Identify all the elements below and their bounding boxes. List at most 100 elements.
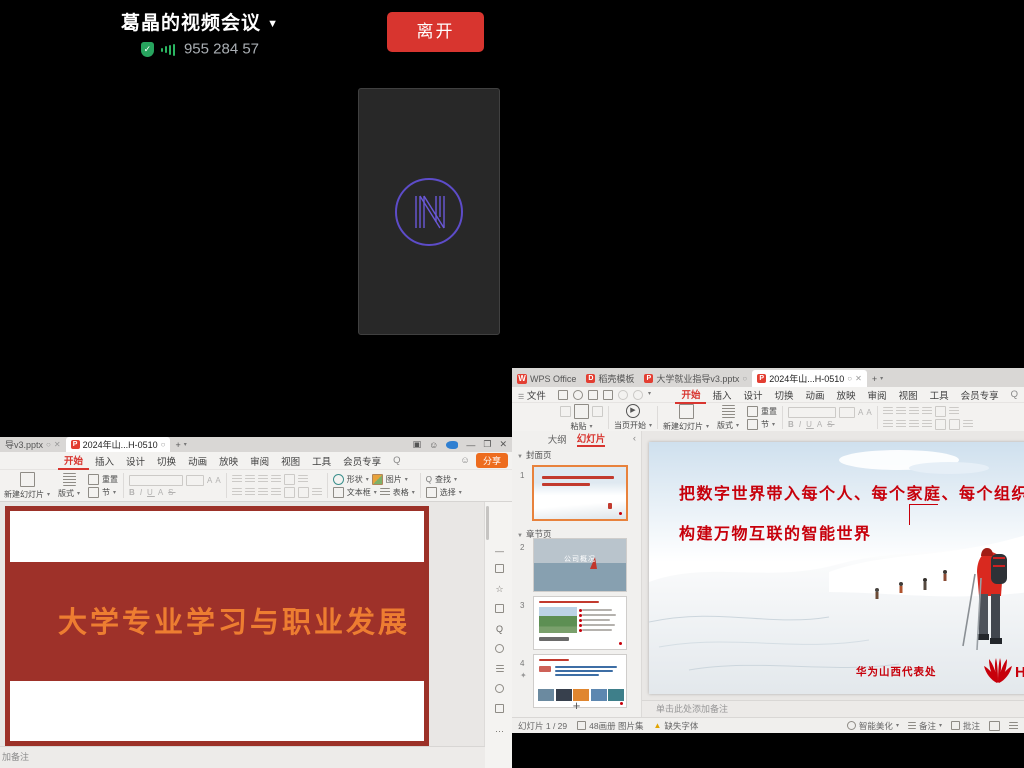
reset-button[interactable]: 重置 (102, 474, 118, 485)
collapse-panel-icon[interactable]: — (494, 546, 505, 557)
search-icon[interactable]: Q (387, 454, 406, 467)
textbox-button[interactable]: 文本框 (347, 487, 371, 498)
new-slide-icon[interactable] (20, 472, 35, 487)
cut-panel-icon[interactable] (494, 644, 505, 655)
more-icon[interactable]: ··· (494, 726, 505, 737)
more-quick-icon[interactable]: ▾ (648, 390, 651, 400)
find-button[interactable]: 查找 (435, 474, 451, 485)
output-icon[interactable] (573, 390, 583, 400)
slide-edit-area[interactable]: 把数字世界带入每个人、每个家庭、每个组织 构建万物互联的智能世界 华为山西代表处… (642, 431, 1024, 717)
slideshow-view-icon[interactable] (1009, 722, 1018, 730)
preview-icon[interactable] (603, 390, 613, 400)
share-button[interactable]: 分享 (476, 453, 508, 468)
save-icon[interactable] (558, 390, 568, 400)
split-view-icon[interactable]: ▣ (413, 439, 422, 450)
close-tab-icon[interactable]: ✕ (855, 374, 862, 383)
wps-assistant-icon[interactable] (446, 441, 458, 449)
leave-button[interactable]: 离开 (387, 12, 484, 52)
pin-icon[interactable]: ○ (161, 440, 166, 449)
layout-button[interactable]: 版式 (717, 420, 733, 431)
menu-review[interactable]: 审阅 (244, 453, 275, 469)
close-tab-icon[interactable]: ✕ (54, 440, 61, 449)
search-panel-icon[interactable]: Q (494, 624, 505, 635)
menu-transition[interactable]: 切换 (769, 387, 800, 403)
slide-headline-1[interactable]: 把数字世界带入每个人、每个家庭、每个组织 (679, 480, 1024, 504)
play-from-current-icon[interactable]: ▶ (626, 404, 640, 418)
panel-tab-slides[interactable]: 幻灯片 (577, 431, 606, 447)
section-button[interactable]: 节 (761, 419, 769, 430)
menu-insert[interactable]: 插入 (89, 453, 120, 469)
section-button[interactable]: 节 (102, 487, 110, 498)
tab-docer[interactable]: D 稻壳模板 (581, 370, 639, 387)
layout-panel-icon[interactable] (494, 664, 505, 675)
menu-design[interactable]: 设计 (120, 453, 151, 469)
redo-icon[interactable] (633, 390, 643, 400)
undo-icon[interactable] (618, 390, 628, 400)
slide-thumbnail-1[interactable] (534, 467, 626, 519)
layout-icon[interactable] (722, 405, 735, 418)
favorites-icon[interactable]: ☆ (494, 584, 505, 595)
picture-button[interactable]: 图片 (386, 474, 402, 485)
tab-doc2-active[interactable]: P 2024年山...H-0510 ○ ✕ (752, 370, 867, 387)
notes-toggle-button[interactable]: 备注▾ (908, 720, 942, 732)
minimize-icon[interactable]: — (466, 440, 475, 450)
menu-member[interactable]: 会员专享 (955, 387, 1005, 403)
normal-view-icon[interactable] (989, 721, 1000, 731)
section-cover[interactable]: ▼封面页 (512, 446, 641, 463)
menu-view[interactable]: 视图 (275, 453, 306, 469)
meeting-title[interactable]: 葛晶的视频会议▼ (70, 8, 330, 35)
restore-icon[interactable]: ❐ (483, 439, 491, 450)
menu-insert[interactable]: 插入 (706, 387, 737, 403)
new-tab-button[interactable]: +▾ (867, 370, 888, 387)
menu-member[interactable]: 会员专享 (337, 453, 387, 469)
pin-icon[interactable]: ○ (742, 374, 747, 383)
slide-title-text[interactable]: 大学专业学习与职业发展 (58, 599, 410, 641)
reset-icon[interactable] (747, 406, 758, 417)
menu-home[interactable]: 开始 (58, 452, 89, 470)
menu-tools[interactable]: 工具 (306, 453, 337, 469)
new-slide-button[interactable]: 新建幻灯片 (663, 421, 703, 432)
reset-icon[interactable] (88, 474, 99, 485)
menu-home[interactable]: 开始 (675, 386, 706, 404)
table-button[interactable]: 表格 (393, 487, 409, 498)
search-icon[interactable]: Q (1005, 388, 1024, 401)
menu-tools[interactable]: 工具 (924, 387, 955, 403)
comment-panel-icon[interactable] (494, 704, 505, 715)
help-panel-icon[interactable] (494, 684, 505, 695)
slide-headline-2[interactable]: 构建万物互联的智能世界 (679, 520, 872, 544)
reset-button[interactable]: 重置 (761, 406, 777, 417)
menu-design[interactable]: 设计 (737, 387, 768, 403)
comments-button[interactable]: 批注 (951, 720, 980, 732)
missing-font-warning[interactable]: 缺失字体 (664, 720, 698, 732)
smart-beautify-button[interactable]: 智能美化▾ (847, 720, 899, 732)
left-slide-canvas[interactable]: 大学专业学习与职业发展 (0, 502, 485, 747)
left-current-slide[interactable]: 大学专业学习与职业发展 (5, 506, 429, 746)
tab-wps-home[interactable]: W WPS Office (512, 370, 581, 387)
new-slide-button[interactable]: 新建幻灯片 (4, 489, 44, 500)
file-menu[interactable]: ☰ 文件 (512, 387, 552, 403)
menu-transition[interactable]: 切换 (151, 453, 182, 469)
settings-icon[interactable]: ☺ (429, 440, 438, 450)
panel-tab-outline[interactable]: 大纲 (548, 432, 567, 446)
play-current-button[interactable]: 当页开始 (614, 420, 646, 431)
layout-button[interactable]: 版式 (58, 488, 74, 499)
vertical-scrollbar[interactable] (486, 506, 489, 540)
paste-icon[interactable] (574, 404, 589, 419)
right-notes-bar[interactable]: 单击此处添加备注 (642, 700, 1024, 717)
slide-footer-text[interactable]: 华为山西代表处 (856, 664, 937, 679)
new-tab-button[interactable]: +▾ (170, 437, 191, 452)
menu-animation[interactable]: 动画 (800, 387, 831, 403)
select-button[interactable]: 选择 (440, 487, 456, 498)
menu-view[interactable]: 视图 (893, 387, 924, 403)
participant-video-tile[interactable] (358, 88, 500, 335)
close-window-icon[interactable]: ✕ (499, 439, 507, 450)
props-icon[interactable] (494, 564, 505, 575)
current-slide[interactable]: 把数字世界带入每个人、每个家庭、每个组织 构建万物互联的智能世界 华为山西代表处… (649, 442, 1024, 694)
menu-slideshow[interactable]: 放映 (213, 453, 244, 469)
shape-button[interactable]: 形状 (347, 474, 363, 485)
slide-thumbnail-2[interactable]: 公司概况 (534, 539, 626, 591)
section-icon[interactable] (88, 487, 99, 498)
theme-face-icon[interactable]: ☺ (460, 455, 470, 466)
clipboard-panel-icon[interactable] (494, 604, 505, 615)
tab-doc1[interactable]: P 大学就业指导v3.pptx ○ (639, 370, 752, 387)
